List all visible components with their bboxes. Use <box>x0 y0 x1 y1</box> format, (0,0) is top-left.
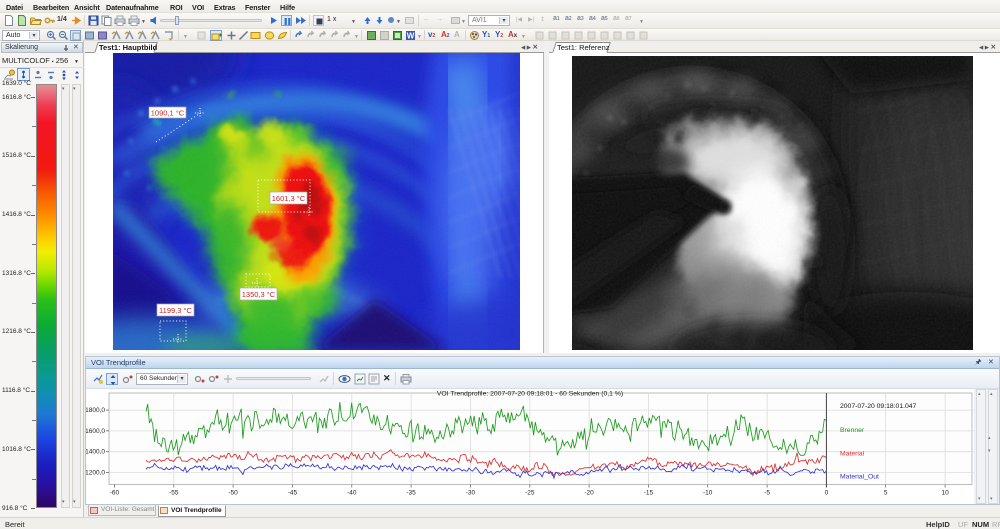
svg-text:Brenner: Brenner <box>840 427 865 434</box>
svg-text:-25: -25 <box>525 490 535 497</box>
svg-text:-20: -20 <box>584 490 594 497</box>
svg-text:0: 0 <box>825 490 829 497</box>
svg-text:Material: Material <box>840 451 865 458</box>
svg-text:-60: -60 <box>110 490 120 497</box>
svg-text:-55: -55 <box>169 490 179 497</box>
svg-text:-15: -15 <box>644 490 654 497</box>
svg-text:-40: -40 <box>347 490 357 497</box>
svg-text:-30: -30 <box>466 490 476 497</box>
svg-text:1199,3 °C: 1199,3 °C <box>159 306 192 315</box>
svg-text:1601,3 °C: 1601,3 °C <box>272 194 306 203</box>
svg-text:-10: -10 <box>703 490 713 497</box>
svg-text:2007-07-20 09:18:01.047: 2007-07-20 09:18:01.047 <box>840 403 917 410</box>
svg-text:1200,0: 1200,0 <box>86 470 105 477</box>
svg-text:-50: -50 <box>228 490 238 497</box>
svg-text:1600,0: 1600,0 <box>86 428 105 435</box>
svg-text:1350,3 °C: 1350,3 °C <box>242 290 276 299</box>
svg-text:1090,1 °C: 1090,1 °C <box>151 109 185 118</box>
svg-text:-45: -45 <box>288 490 298 497</box>
svg-text:10: 10 <box>941 490 949 497</box>
svg-text:-5: -5 <box>764 490 770 497</box>
svg-text:-35: -35 <box>406 490 416 497</box>
svg-text:1800,0: 1800,0 <box>86 407 105 414</box>
svg-text:1400,0: 1400,0 <box>86 449 105 456</box>
svg-text:VOI Trendprofile: 2007-07-20 0: VOI Trendprofile: 2007-07-20 09:18:01 - … <box>437 391 623 398</box>
svg-text:Material_Out: Material_Out <box>840 474 879 481</box>
svg-text:W: W <box>407 32 415 41</box>
svg-text:5: 5 <box>884 490 888 497</box>
